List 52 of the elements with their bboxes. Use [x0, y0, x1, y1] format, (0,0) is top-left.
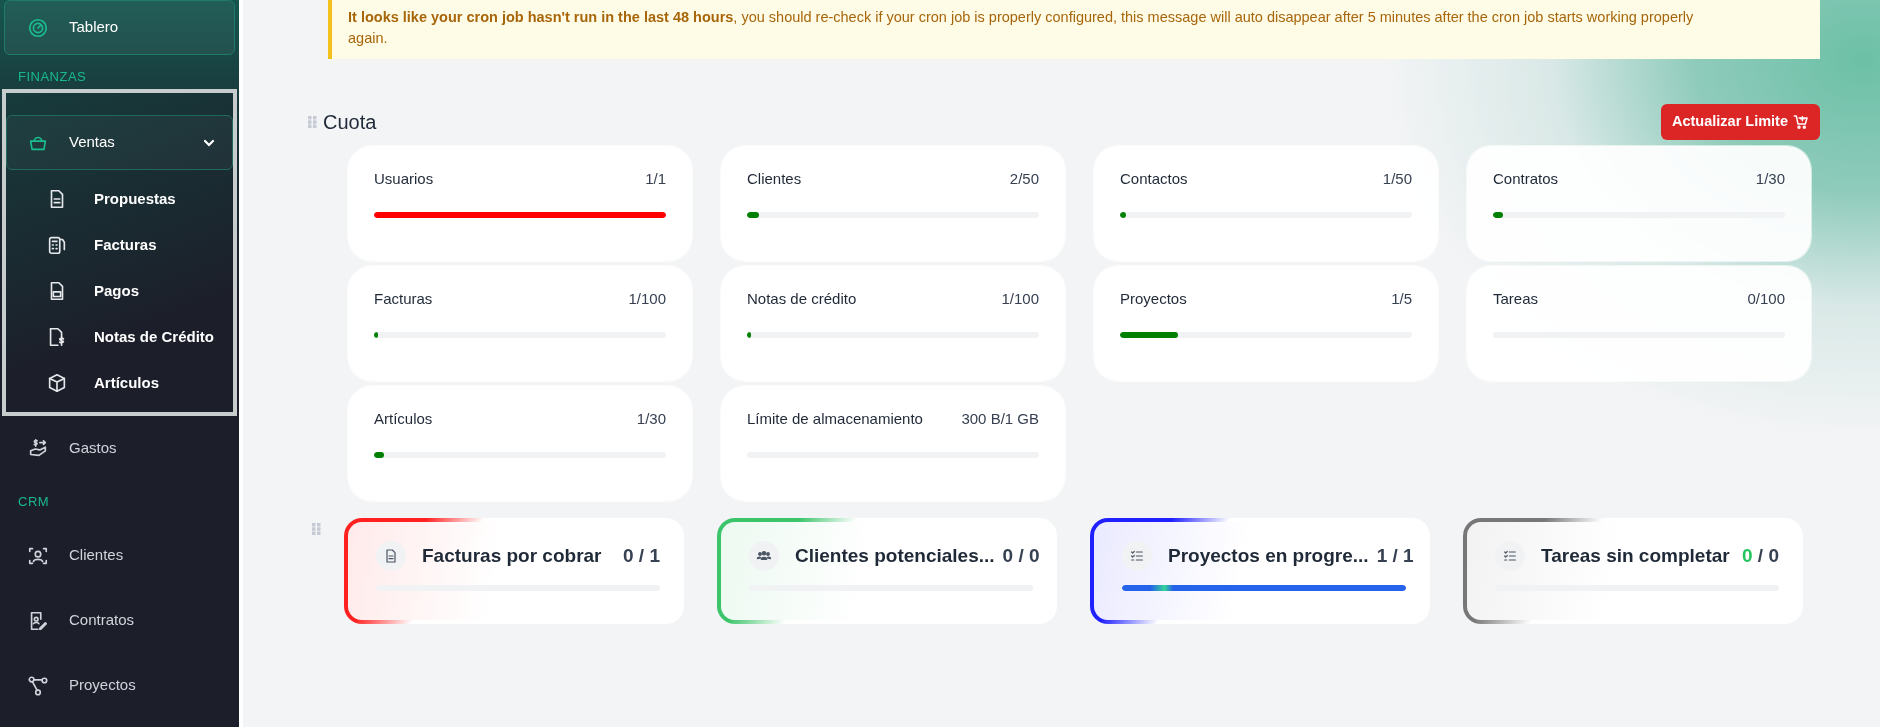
gauge-icon: [27, 16, 49, 39]
quota-label: Contratos: [1493, 168, 1559, 189]
stat-value: 0 / 0: [1002, 543, 1040, 568]
quota-label: Contactos: [1120, 168, 1188, 189]
drag-handle-icon[interactable]: [312, 522, 321, 535]
box-icon: [46, 372, 68, 394]
quota-value: 1/1: [645, 168, 666, 189]
sidebar-subitem[interactable]: Notas de Crédito: [6, 314, 233, 360]
sidebar-subitem[interactable]: Pagos: [6, 268, 233, 314]
stat-title: Clientes potenciales...: [795, 543, 995, 568]
sidebar-heading: CRM: [18, 493, 50, 512]
quota-value: 1/5: [1391, 288, 1412, 309]
stat-value: 0 / 1: [623, 543, 660, 568]
quota-label: Notas de crédito: [747, 288, 857, 309]
sidebar-item[interactable]: Clientes: [4, 523, 235, 588]
quota-label: Usuarios: [374, 168, 434, 189]
sidebar-subitem[interactable]: Facturas: [6, 222, 233, 268]
quota-label: Proyectos: [1120, 288, 1187, 309]
quota-label: Tareas: [1493, 288, 1539, 309]
document-icon: [383, 547, 399, 564]
stat-title: Proyectos en progre...: [1168, 543, 1369, 568]
sidebar-subitem[interactable]: Propuestas: [6, 176, 233, 222]
stat-title: Tareas sin completar: [1541, 543, 1731, 568]
upgrade-limit-button[interactable]: Actualizar Limite: [1660, 104, 1820, 140]
quota-label: Facturas: [374, 288, 433, 309]
sidebar-item[interactable]: Contratos: [4, 588, 235, 653]
quota-label: Clientes: [747, 168, 802, 189]
quota-label: Artículos: [374, 408, 433, 429]
stat-value: 0 / 0: [1742, 543, 1779, 568]
drag-handle-icon[interactable]: [308, 115, 317, 128]
stat-title: Facturas por cobrar: [422, 543, 603, 568]
section-title: Cuota: [323, 109, 377, 135]
stat-value: 1 / 1: [1376, 543, 1414, 568]
quota-value: 2/50: [1009, 168, 1039, 189]
nodes-icon: [27, 674, 49, 697]
cart-icon: [1793, 113, 1809, 130]
sidebar-item[interactable]: Tablero: [4, 0, 235, 55]
quota-value: 1/50: [1382, 168, 1412, 189]
quota-value: 1/100: [1001, 288, 1039, 309]
calculator-icon: [46, 234, 68, 256]
quota-value: 0/100: [1747, 288, 1785, 309]
sidebar-subitem[interactable]: Artículos: [6, 360, 233, 406]
cron-warning-message: It looks like your cron job hasn't run in the last 48 hours, you should re-check if your cron job is properly configured, this message will auto disappear after 5 minutes after the cron job starts working properly again.: [328, 0, 1820, 59]
sidebar-heading: FINANZAS: [18, 68, 87, 87]
quota-value: 300 B/1 GB: [961, 408, 1039, 429]
quota-label: Límite de almacenamiento: [747, 408, 923, 429]
sidebar-item[interactable]: Gastos: [4, 416, 235, 481]
sidebar-group-toggle[interactable]: Ventas: [6, 115, 233, 170]
quota-value: 1/100: [628, 288, 666, 309]
quota-value: 1/30: [1755, 168, 1785, 189]
sidebar-item[interactable]: Proyectos: [4, 653, 235, 718]
quota-value: 1/30: [636, 408, 666, 429]
